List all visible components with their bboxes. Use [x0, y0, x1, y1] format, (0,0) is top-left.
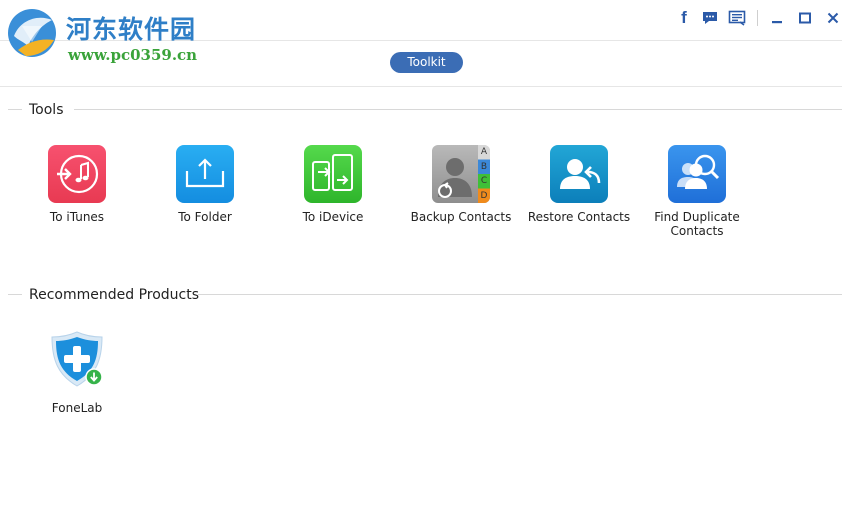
contacts-restore-icon	[550, 145, 608, 203]
itunes-icon	[48, 145, 106, 203]
window-controls-divider	[757, 10, 758, 26]
tool-label: Restore Contacts	[527, 210, 631, 224]
tool-to-itunes[interactable]: To iTunes	[17, 145, 137, 224]
tool-backup-contacts[interactable]: A B C D Backup Contacts	[401, 145, 521, 224]
device-transfer-icon	[304, 145, 362, 203]
fonelab-icon	[48, 330, 106, 388]
maximize-icon[interactable]	[795, 8, 815, 28]
tools-section-header: Tools	[8, 100, 842, 120]
section-divider-left	[8, 109, 22, 110]
menu-list-icon[interactable]	[727, 8, 747, 28]
section-divider-left	[8, 294, 22, 295]
title-bar: 河东软件园 www.pc0359.cn f	[0, 0, 842, 64]
product-label: FoneLab	[51, 401, 103, 415]
section-divider-right	[198, 294, 842, 295]
recommended-section-title: Recommended Products	[29, 285, 208, 305]
index-letter: D	[480, 190, 488, 201]
minimize-icon[interactable]	[767, 8, 787, 28]
tool-to-folder[interactable]: To Folder	[145, 145, 265, 224]
facebook-glyph: f	[681, 8, 687, 27]
tool-label: Find Duplicate Contacts	[654, 210, 740, 238]
tool-label: To Folder	[178, 210, 232, 224]
tool-label: To iTunes	[49, 210, 105, 224]
tools-section-title: Tools	[29, 100, 72, 120]
folder-upload-icon	[176, 145, 234, 203]
tool-label: To iDevice	[302, 210, 364, 224]
index-letter: A	[480, 147, 488, 157]
product-fonelab[interactable]: FoneLab	[17, 330, 137, 415]
recommended-section-header: Recommended Products	[8, 285, 842, 305]
index-letter: B	[480, 161, 488, 172]
close-icon[interactable]	[823, 8, 842, 28]
tool-label: Backup Contacts	[410, 210, 512, 224]
section-divider-right	[74, 109, 842, 110]
facebook-icon[interactable]: f	[674, 8, 694, 28]
toolkit-button[interactable]: Toolkit	[390, 52, 463, 73]
tool-to-idevice[interactable]: To iDevice	[273, 145, 393, 224]
contacts-index-tabs: A B C D	[478, 145, 490, 203]
index-letter: C	[480, 176, 488, 186]
tool-restore-contacts[interactable]: Restore Contacts	[519, 145, 639, 224]
feedback-chat-icon[interactable]	[700, 8, 720, 28]
contacts-backup-icon: A B C D	[432, 145, 490, 203]
tool-find-duplicate-contacts[interactable]: Find Duplicate Contacts	[637, 145, 757, 238]
find-duplicate-icon	[668, 145, 726, 203]
toolkit-bar: Toolkit	[0, 40, 842, 87]
